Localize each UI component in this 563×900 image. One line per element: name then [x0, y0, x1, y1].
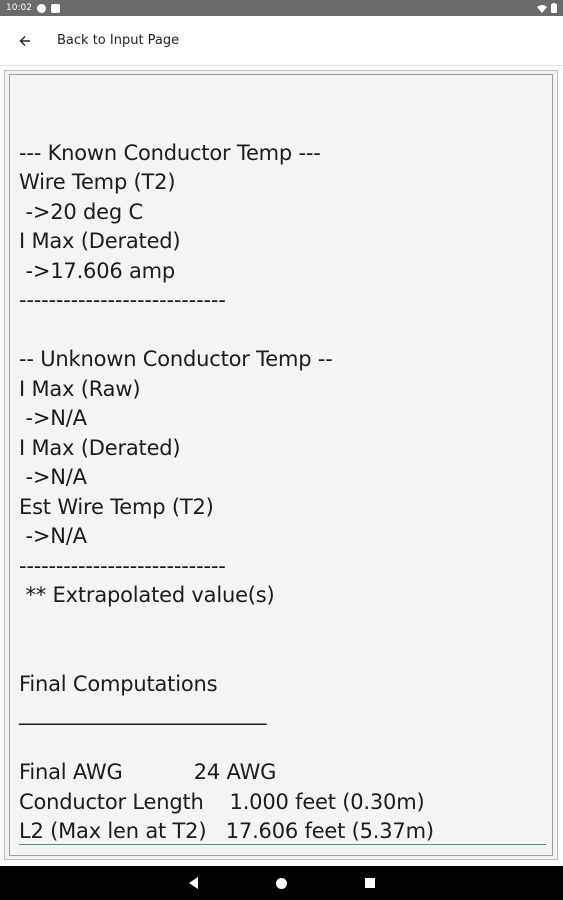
- result-line: --- Known Conductor Temp ---: [19, 140, 321, 165]
- result-line: ----------------------------: [19, 553, 226, 578]
- result-line: -- Unknown Conductor Temp --: [19, 347, 333, 371]
- sd-card-icon: [50, 3, 60, 13]
- nav-home-icon[interactable]: [275, 877, 287, 889]
- status-bar: 10:02: [0, 0, 563, 16]
- nav-back-icon[interactable]: [188, 877, 198, 889]
- result-line: L2 (Max len at T2) 17.606 feet (5.37m): [19, 819, 434, 843]
- battery-icon: [551, 3, 557, 13]
- back-button[interactable]: [0, 16, 50, 66]
- result-line: ->17.606 amp: [19, 258, 176, 283]
- results-text: --- Known Conductor Temp --- Wire Temp (T…: [19, 109, 546, 847]
- result-line: I Max (Raw): [19, 376, 141, 401]
- page-title[interactable]: Back to Input Page: [57, 33, 179, 48]
- result-line: [19, 729, 546, 759]
- result-line: ->20 deg C: [19, 199, 143, 224]
- result-line: ->N/A: [19, 524, 87, 548]
- results-panel: --- Known Conductor Temp --- Wire Temp (T…: [4, 70, 558, 860]
- result-line: [19, 640, 546, 670]
- result-line: ----------------------------: [19, 288, 226, 312]
- wifi-icon: [537, 4, 547, 13]
- arrow-left-icon: [19, 35, 30, 46]
- result-line: ________________________: [19, 701, 267, 725]
- result-line: Wire Temp (T2): [19, 170, 176, 194]
- result-line: Final Computations: [19, 671, 218, 696]
- nav-recents-icon[interactable]: [364, 878, 375, 888]
- result-line: Conductor Length 1.000 feet (0.30m): [19, 789, 425, 814]
- result-line: [19, 611, 546, 641]
- results-bottom-divider: [19, 844, 546, 845]
- result-line: I Max (Derated): [19, 435, 181, 460]
- result-line: [19, 109, 546, 139]
- sync-icon: [36, 3, 46, 13]
- result-line: Est Wire Temp (T2): [19, 494, 214, 519]
- results-frame[interactable]: --- Known Conductor Temp --- Wire Temp (T…: [9, 74, 553, 856]
- status-time: 10:02: [6, 3, 32, 13]
- app-bar: Back to Input Page: [0, 16, 563, 66]
- result-line: ->N/A: [19, 406, 87, 430]
- result-line: [19, 316, 546, 346]
- navigation-bar: [0, 866, 563, 900]
- result-line: Final AWG 24 AWG: [19, 760, 277, 784]
- status-left: 10:02: [6, 3, 60, 13]
- status-right: [537, 3, 557, 13]
- result-line: I Max (Derated): [19, 229, 181, 253]
- result-line: ** Extrapolated value(s): [19, 583, 275, 607]
- result-line: ->N/A: [19, 465, 87, 489]
